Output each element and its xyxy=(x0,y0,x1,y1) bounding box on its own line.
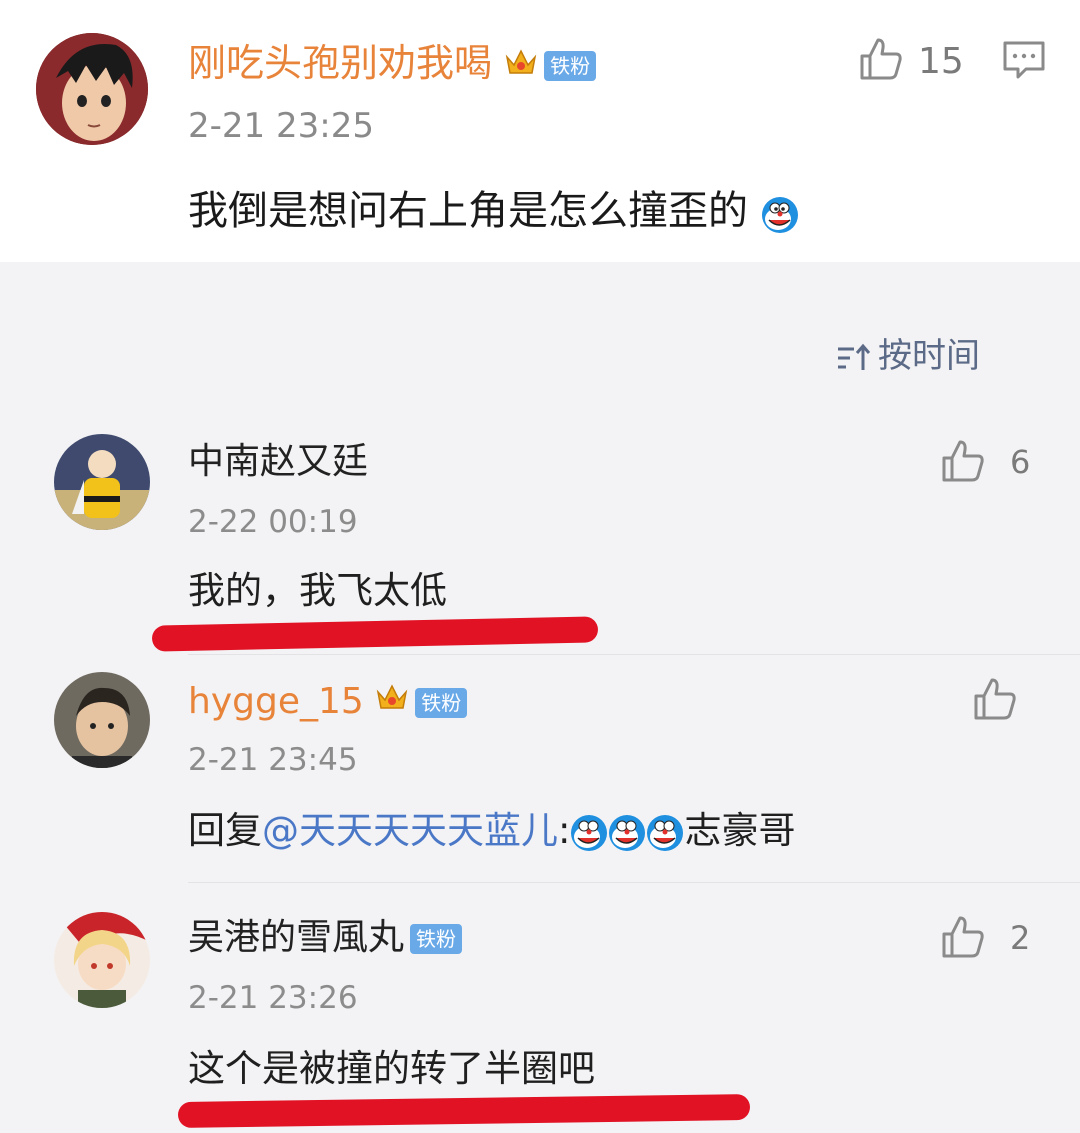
reply-prefix: 回复 xyxy=(188,809,262,852)
avatar[interactable] xyxy=(54,434,150,530)
reply-text: 我的，我飞太低 xyxy=(188,569,447,612)
crown-icon xyxy=(504,41,538,91)
avatar[interactable] xyxy=(54,912,150,1008)
avatar[interactable] xyxy=(36,33,148,145)
like-button[interactable] xyxy=(940,438,986,488)
comment-button[interactable] xyxy=(1002,40,1046,84)
doraemon-emoji-icon xyxy=(608,814,646,852)
doraemon-emoji-icon xyxy=(646,814,684,852)
username[interactable]: hygge_15 铁粉 xyxy=(188,678,468,727)
red-underline xyxy=(151,616,599,652)
username-text[interactable]: 刚吃头孢别劝我喝 xyxy=(188,41,492,85)
doraemon-emoji-icon xyxy=(761,194,799,233)
sort-by-time-button[interactable]: 按时间 xyxy=(836,333,980,379)
username[interactable]: 刚吃头孢别劝我喝 铁粉 xyxy=(188,38,597,91)
main-comment: 刚吃头孢别劝我喝 铁粉 2-21 23:25 我倒是想问右上角是怎么撞歪的 15 xyxy=(0,0,1080,262)
fan-badge: 铁粉 xyxy=(415,688,468,718)
reply-text: 这个是被撞的转了半圈吧 xyxy=(188,1047,595,1090)
username-text[interactable]: 吴港的雪風丸 xyxy=(188,917,404,958)
like-count: 15 xyxy=(918,41,964,82)
like-count: 2 xyxy=(1010,919,1031,957)
username[interactable]: 吴港的雪風丸 铁粉 xyxy=(188,914,463,962)
fan-badge: 铁粉 xyxy=(544,50,597,81)
thumbs-up-icon xyxy=(974,678,1016,720)
timestamp: 2-21 23:45 xyxy=(188,742,358,778)
like-count: 6 xyxy=(1010,443,1031,481)
sort-label: 按时间 xyxy=(878,336,980,376)
comment-icon xyxy=(1003,41,1045,79)
divider xyxy=(188,654,1080,655)
thumbs-up-icon xyxy=(942,440,984,482)
comment-text: 我倒是想问右上角是怎么撞歪的 xyxy=(188,184,799,238)
crown-icon xyxy=(375,679,409,727)
red-underline xyxy=(177,1094,751,1128)
sort-icon xyxy=(838,343,871,370)
comment-text-body: 我倒是想问右上角是怎么撞歪的 xyxy=(188,188,748,234)
reply-suffix: 志豪哥 xyxy=(684,809,796,852)
thumbs-up-icon xyxy=(942,916,984,958)
like-button[interactable] xyxy=(972,676,1018,726)
divider xyxy=(188,882,1080,883)
reply-text: 回复@天天天天天蓝儿: 志豪哥 xyxy=(188,806,795,856)
mention-link[interactable]: @天天天天天蓝儿 xyxy=(262,809,558,852)
fan-badge: 铁粉 xyxy=(410,924,463,954)
avatar[interactable] xyxy=(54,672,150,768)
thumbs-up-icon xyxy=(860,38,902,80)
like-button[interactable] xyxy=(940,914,986,964)
username-text[interactable]: hygge_15 xyxy=(188,681,364,722)
username[interactable]: 中南赵又廷 xyxy=(188,438,368,486)
timestamp: 2-22 00:19 xyxy=(188,504,358,540)
reply-colon: : xyxy=(558,809,571,852)
timestamp: 2-21 23:25 xyxy=(188,106,374,146)
timestamp: 2-21 23:26 xyxy=(188,980,358,1016)
doraemon-emoji-icon xyxy=(570,814,608,852)
like-button[interactable] xyxy=(858,36,904,86)
